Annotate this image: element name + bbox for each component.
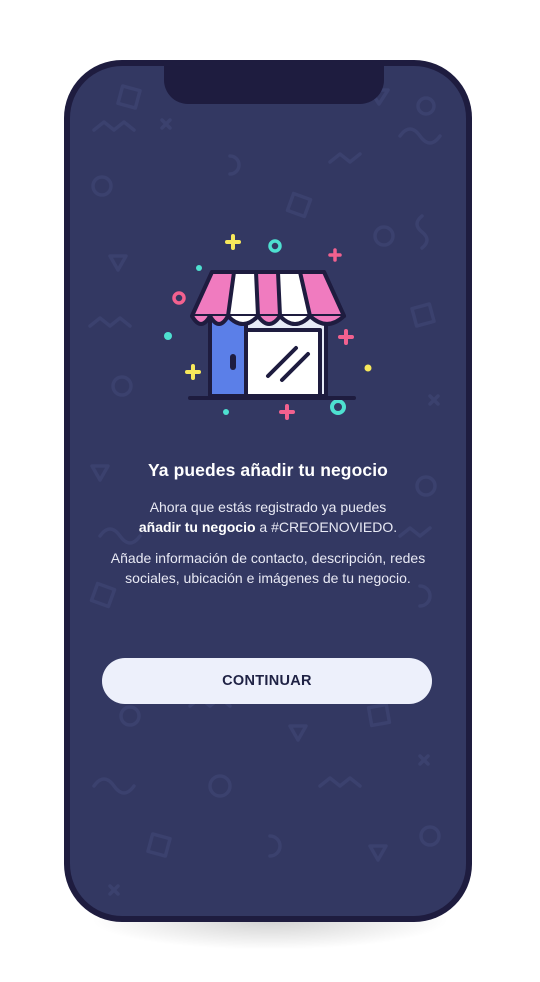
page-title: Ya puedes añadir tu negocio	[148, 460, 388, 480]
registration-message: Ahora que estás registrado ya puedes aña…	[110, 497, 426, 537]
registration-message-start: Ahora que estás registrado ya puedes	[149, 499, 387, 515]
business-info-message: Añade información de contacto, descripci…	[110, 550, 426, 586]
app-screen: Ya puedes añadir tu negocio Ahora que es…	[70, 66, 466, 916]
registration-message-end: a #CREOENOVIEDO.	[255, 519, 398, 535]
phone-frame: Ya puedes añadir tu negocio Ahora que es…	[64, 60, 472, 922]
background-doodle-pattern	[88, 84, 442, 896]
continue-button[interactable]: CONTINUAR	[102, 658, 432, 704]
shop-storefront-icon	[164, 234, 372, 420]
phone-notch	[164, 66, 384, 104]
registration-message-bold: añadir tu negocio	[138, 519, 256, 535]
